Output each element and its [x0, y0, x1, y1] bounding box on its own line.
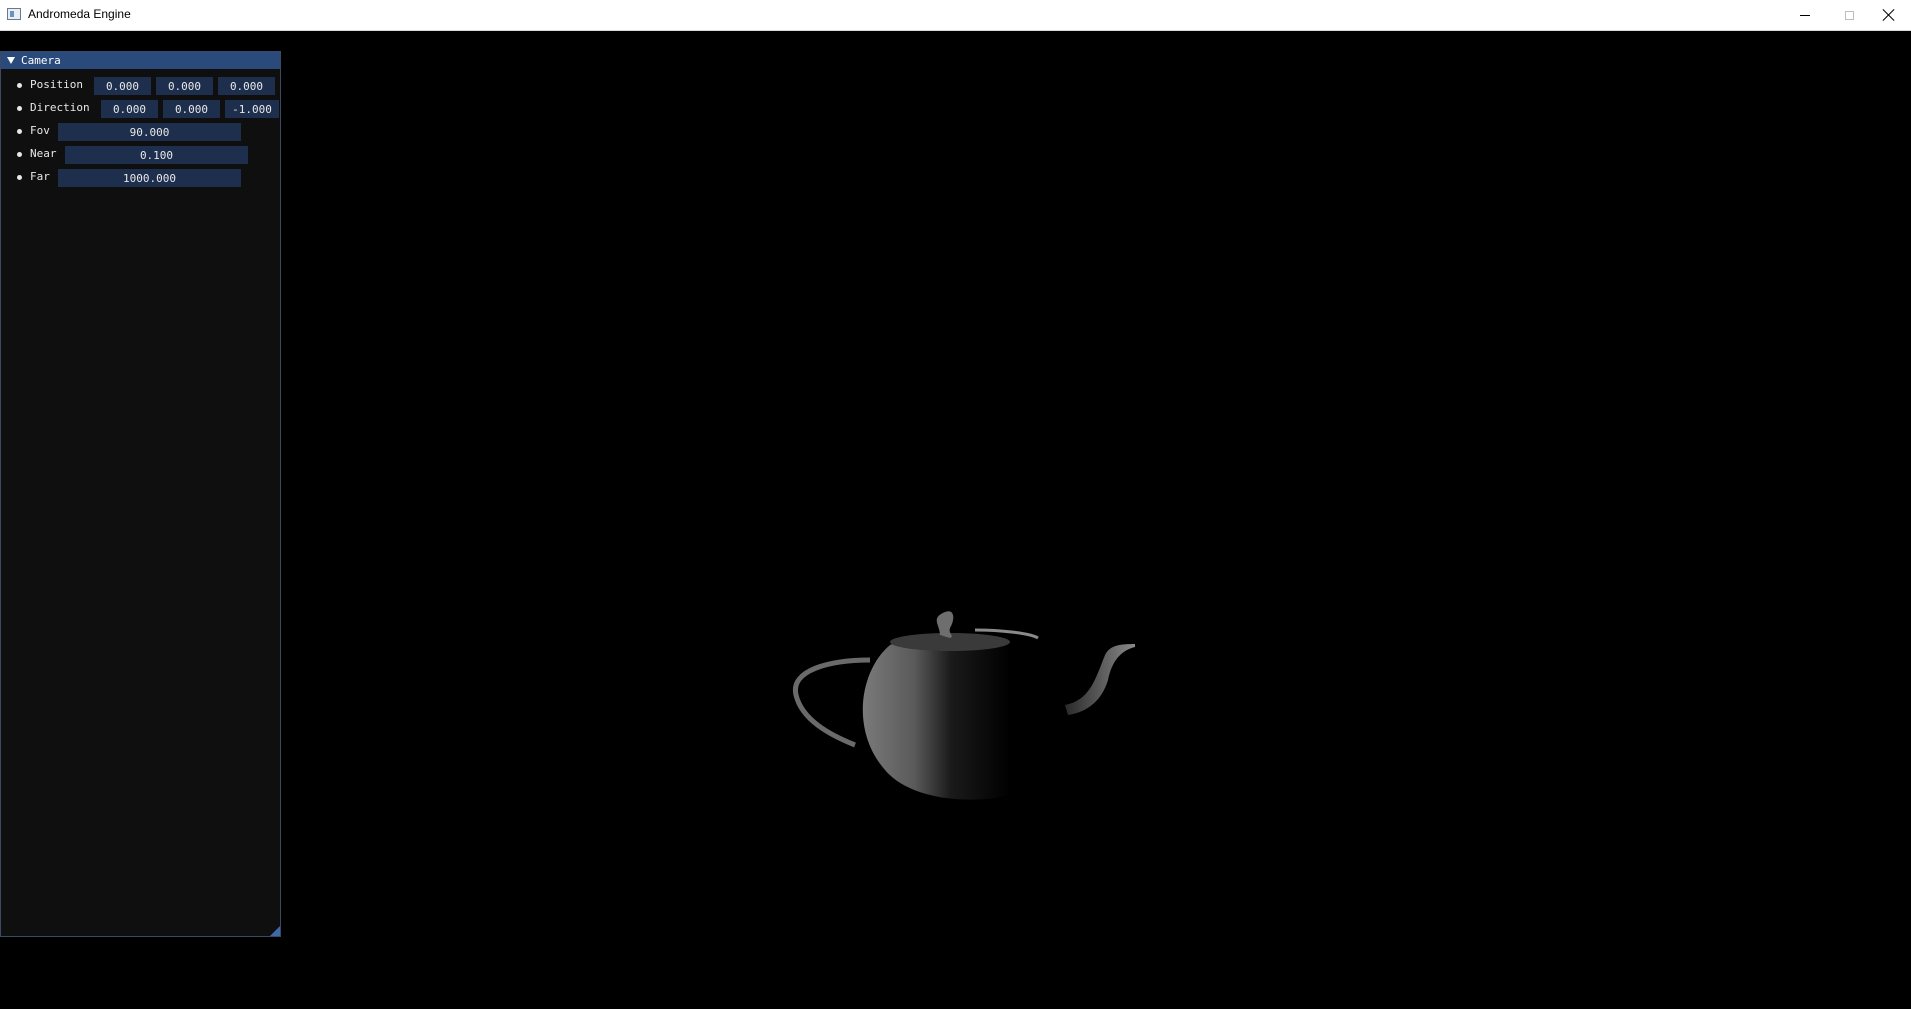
minimize-button[interactable] [1782, 0, 1827, 30]
window-title: Andromeda Engine [28, 7, 131, 21]
position-x-field[interactable]: 0.000 [94, 77, 151, 95]
window-titlebar: Andromeda Engine [0, 0, 1911, 31]
camera-panel: Camera Position 0.000 0.000 0.000 Direct… [0, 51, 281, 937]
direction-label: Direction [30, 101, 90, 114]
far-field[interactable]: 1000.000 [58, 169, 241, 187]
position-label: Position [30, 78, 83, 91]
direction-x-field[interactable]: 0.000 [101, 100, 158, 118]
fov-label: Fov [30, 124, 50, 137]
far-row: Far 1000.000 [1, 168, 280, 187]
bullet-icon [17, 106, 22, 111]
close-button[interactable] [1866, 0, 1911, 30]
bullet-icon [17, 152, 22, 157]
render-viewport[interactable] [0, 31, 1911, 1009]
maximize-icon [1845, 10, 1854, 20]
fov-field[interactable]: 90.000 [58, 123, 241, 141]
position-y-field[interactable]: 0.000 [156, 77, 213, 95]
bullet-icon [17, 175, 22, 180]
panel-title: Camera [21, 54, 61, 67]
app-icon [7, 8, 21, 20]
direction-y-field[interactable]: 0.000 [163, 100, 220, 118]
minimize-icon [1799, 14, 1810, 16]
teapot-model [792, 611, 1135, 800]
bullet-icon [17, 129, 22, 134]
position-z-field[interactable]: 0.000 [218, 77, 275, 95]
collapse-arrow-icon[interactable] [7, 57, 15, 64]
near-field[interactable]: 0.100 [65, 146, 248, 164]
far-label: Far [30, 170, 50, 183]
close-icon [1883, 9, 1895, 21]
camera-panel-header[interactable]: Camera [1, 52, 280, 69]
direction-z-field[interactable]: -1.000 [225, 100, 279, 118]
bullet-icon [17, 83, 22, 88]
fov-row: Fov 90.000 [1, 122, 280, 141]
position-row: Position 0.000 0.000 0.000 [1, 76, 280, 95]
near-label: Near [30, 147, 57, 160]
direction-row: Direction 0.000 0.000 -1.000 [1, 99, 280, 118]
panel-resize-grip[interactable] [270, 926, 280, 936]
near-row: Near 0.100 [1, 145, 280, 164]
